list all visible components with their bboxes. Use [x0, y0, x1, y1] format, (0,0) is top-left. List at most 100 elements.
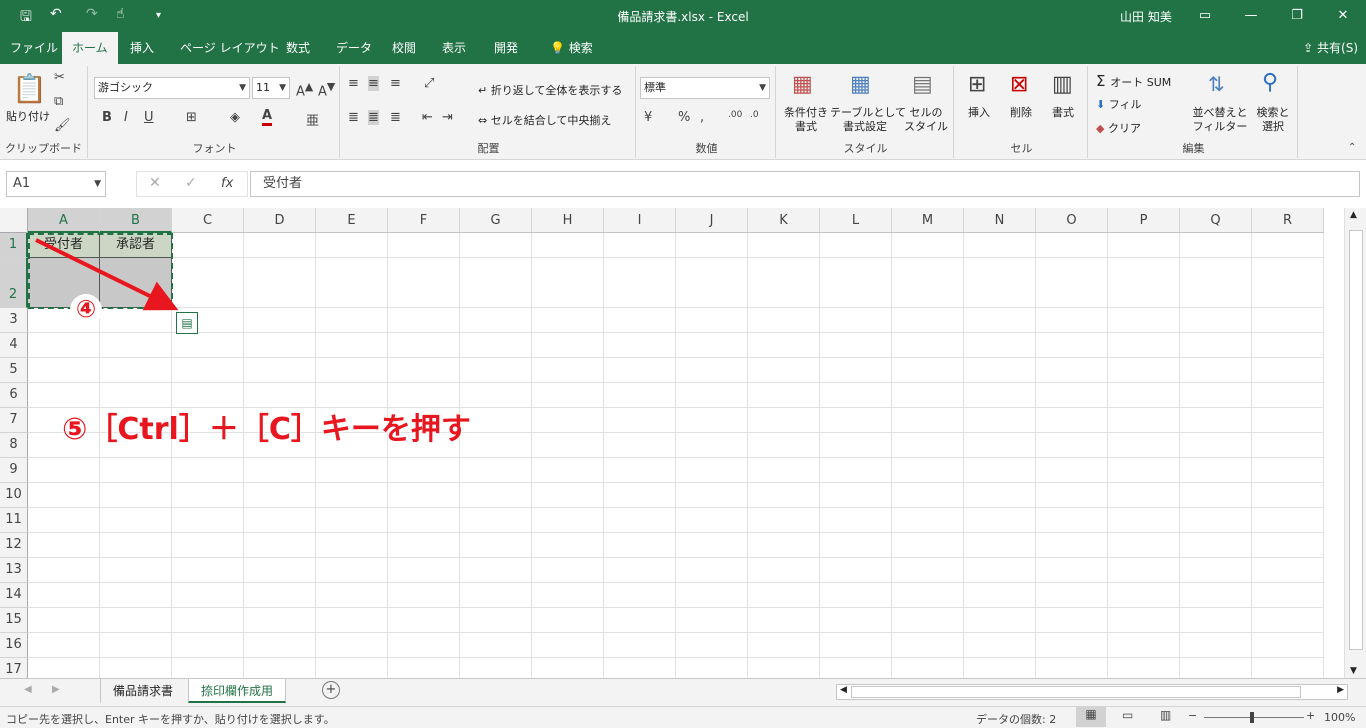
italic-button[interactable]: I	[124, 110, 128, 125]
cell-l11[interactable]	[820, 508, 892, 533]
cell-g2[interactable]	[460, 258, 532, 308]
cell-e9[interactable]	[316, 458, 388, 483]
align-top-icon[interactable]: ≡	[348, 76, 359, 91]
cell-f12[interactable]	[388, 533, 460, 558]
cell-p2[interactable]	[1108, 258, 1180, 308]
cell-i10[interactable]	[604, 483, 676, 508]
cell-l10[interactable]	[820, 483, 892, 508]
row-header-14[interactable]: 14	[0, 583, 28, 608]
cell-o10[interactable]	[1036, 483, 1108, 508]
cell-d10[interactable]	[244, 483, 316, 508]
cell-e10[interactable]	[316, 483, 388, 508]
cell-k4[interactable]	[748, 333, 820, 358]
font-name-select[interactable]: 游ゴシック ▼	[94, 77, 250, 99]
cell-h11[interactable]	[532, 508, 604, 533]
cell-n8[interactable]	[964, 433, 1036, 458]
cell-l15[interactable]	[820, 608, 892, 633]
cell-k16[interactable]	[748, 633, 820, 658]
cell-j13[interactable]	[676, 558, 748, 583]
paste-button[interactable]: 貼り付け	[6, 108, 50, 124]
cell-b13[interactable]	[100, 558, 172, 583]
cell-o13[interactable]	[1036, 558, 1108, 583]
insert-cells-icon[interactable]: ⊞	[968, 72, 986, 97]
cell-q3[interactable]	[1180, 308, 1252, 333]
cell-o17[interactable]	[1036, 658, 1108, 678]
add-sheet-icon[interactable]: +	[322, 681, 340, 699]
cell-i15[interactable]	[604, 608, 676, 633]
cell-j7[interactable]	[676, 408, 748, 433]
cell-r4[interactable]	[1252, 333, 1324, 358]
cell-i17[interactable]	[604, 658, 676, 678]
name-box[interactable]: A1 ▼	[6, 171, 106, 197]
cell-p17[interactable]	[1108, 658, 1180, 678]
cell-p12[interactable]	[1108, 533, 1180, 558]
zoom-level[interactable]: 100%	[1324, 711, 1355, 724]
cell-n15[interactable]	[964, 608, 1036, 633]
sheet-tab-1[interactable]: 備品請求書	[100, 679, 185, 703]
cell-k7[interactable]	[748, 408, 820, 433]
conditional-format-icon[interactable]: ▦	[792, 72, 813, 97]
column-header-e[interactable]: E	[316, 208, 388, 233]
cell-e13[interactable]	[316, 558, 388, 583]
row-header-4[interactable]: 4	[0, 333, 28, 358]
cell-o8[interactable]	[1036, 433, 1108, 458]
cell-j2[interactable]	[676, 258, 748, 308]
cell-r17[interactable]	[1252, 658, 1324, 678]
cell-p1[interactable]	[1108, 233, 1180, 258]
cell-i13[interactable]	[604, 558, 676, 583]
find-select-icon[interactable]: ⚲	[1262, 70, 1278, 95]
row-header-17[interactable]: 17	[0, 658, 28, 678]
cell-k10[interactable]	[748, 483, 820, 508]
cell-m2[interactable]	[892, 258, 964, 308]
cell-j9[interactable]	[676, 458, 748, 483]
cancel-icon[interactable]: ✕	[149, 175, 161, 191]
font-color-icon[interactable]: A	[262, 108, 273, 126]
fill-button[interactable]: ⬇ フィル	[1096, 96, 1142, 112]
cell-i7[interactable]	[604, 408, 676, 433]
cell-e15[interactable]	[316, 608, 388, 633]
column-header-m[interactable]: M	[892, 208, 964, 233]
orientation-icon[interactable]: ⤢	[424, 76, 434, 91]
formula-input[interactable]: 受付者	[250, 171, 1360, 197]
prev-sheet-icon[interactable]: ◀	[24, 684, 32, 695]
cell-d5[interactable]	[244, 358, 316, 383]
format-as-table-button[interactable]: テーブルとして 書式設定	[830, 106, 906, 134]
cell-a4[interactable]	[28, 333, 100, 358]
collapse-ribbon-icon[interactable]: ⌃	[1348, 142, 1356, 153]
cell-g5[interactable]	[460, 358, 532, 383]
cell-h17[interactable]	[532, 658, 604, 678]
cell-d9[interactable]	[244, 458, 316, 483]
cell-e12[interactable]	[316, 533, 388, 558]
cell-d13[interactable]	[244, 558, 316, 583]
cell-o2[interactable]	[1036, 258, 1108, 308]
cell-m3[interactable]	[892, 308, 964, 333]
cell-a5[interactable]	[28, 358, 100, 383]
cell-p15[interactable]	[1108, 608, 1180, 633]
column-header-l[interactable]: L	[820, 208, 892, 233]
autosum-button[interactable]: Σ オート SUM	[1096, 72, 1171, 90]
cell-j1[interactable]	[676, 233, 748, 258]
cell-f1[interactable]	[388, 233, 460, 258]
cell-m13[interactable]	[892, 558, 964, 583]
zoom-out-icon[interactable]: −	[1188, 709, 1197, 722]
cell-f17[interactable]	[388, 658, 460, 678]
cell-m11[interactable]	[892, 508, 964, 533]
cell-m8[interactable]	[892, 433, 964, 458]
cell-c16[interactable]	[172, 633, 244, 658]
column-header-k[interactable]: K	[748, 208, 820, 233]
cell-a12[interactable]	[28, 533, 100, 558]
cell-q5[interactable]	[1180, 358, 1252, 383]
cell-h16[interactable]	[532, 633, 604, 658]
cell-o14[interactable]	[1036, 583, 1108, 608]
cell-d11[interactable]	[244, 508, 316, 533]
cell-e17[interactable]	[316, 658, 388, 678]
page-layout-view-icon[interactable]: ▭	[1122, 708, 1133, 722]
cell-a11[interactable]	[28, 508, 100, 533]
tab-review[interactable]: 校閲	[382, 32, 426, 64]
cell-q11[interactable]	[1180, 508, 1252, 533]
currency-icon[interactable]: ¥	[644, 110, 652, 125]
restore-button[interactable]: ❐	[1274, 4, 1320, 28]
cell-styles-icon[interactable]: ▤	[912, 72, 933, 97]
cell-j3[interactable]	[676, 308, 748, 333]
cell-b17[interactable]	[100, 658, 172, 678]
